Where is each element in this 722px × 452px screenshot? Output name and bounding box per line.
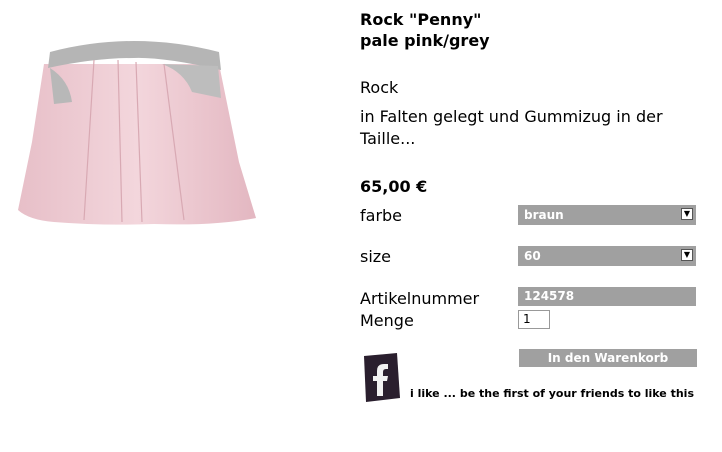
farbe-select[interactable]: braun ▼ [518, 205, 696, 225]
size-select[interactable]: 60 ▼ [518, 246, 696, 266]
size-label: size [360, 247, 392, 266]
farbe-select-value: braun [524, 208, 564, 222]
farbe-label: farbe [360, 206, 403, 225]
product-price: 65,00 € [360, 177, 428, 196]
menge-label: Menge [360, 311, 414, 330]
facebook-icon[interactable] [361, 352, 402, 404]
artikelnummer-value: 124578 [518, 287, 696, 306]
product-description: in Falten gelegt und Gummizug in der Tai… [360, 107, 663, 148]
product-image [18, 41, 256, 225]
facebook-like-text[interactable]: i like ... be the first of your friends … [410, 387, 694, 400]
product-title-line2: pale pink/grey [360, 31, 490, 50]
add-to-cart-button[interactable]: In den Warenkorb [519, 349, 697, 367]
product-type: Rock [360, 78, 399, 97]
chevron-down-icon[interactable]: ▼ [681, 208, 693, 220]
menge-input[interactable]: 1 [518, 310, 550, 329]
size-select-value: 60 [524, 249, 541, 263]
chevron-down-icon[interactable]: ▼ [681, 249, 693, 261]
artikelnummer-label: Artikelnummer [360, 289, 480, 308]
product-title: Rock "Penny" pale pink/grey [360, 9, 490, 51]
product-title-line1: Rock "Penny" [360, 10, 482, 29]
